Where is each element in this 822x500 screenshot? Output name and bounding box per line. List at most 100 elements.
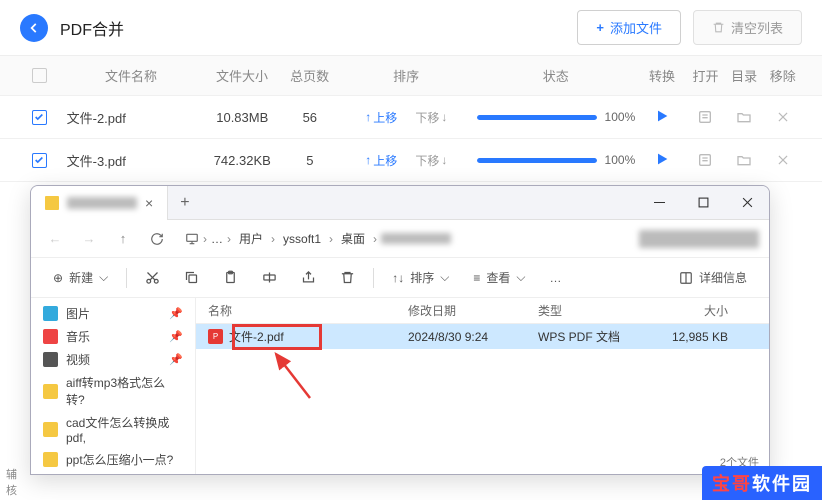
clear-list-button[interactable]: 清空列表 xyxy=(693,10,802,45)
bottom-label: 辅核 xyxy=(6,466,17,498)
sidebar-video[interactable]: 视频📌 xyxy=(31,348,195,371)
new-tab-button[interactable]: + xyxy=(168,194,201,212)
rename-button[interactable] xyxy=(252,265,287,290)
share-button[interactable] xyxy=(291,265,326,290)
arrow-up-icon: ↑ xyxy=(365,153,371,167)
directory-button[interactable] xyxy=(733,149,755,171)
sort-icon: ↑↓ xyxy=(392,271,404,285)
open-button[interactable] xyxy=(694,106,716,128)
progress-bar xyxy=(477,115,597,120)
progress-text: 100% xyxy=(605,153,636,167)
col-size[interactable]: 大小 xyxy=(648,302,728,319)
file-explorer-window[interactable]: × + ← → ↑ ›… ›用户 ›yssoft1 ›桌面 › ⊕新建⌵ xyxy=(30,185,770,475)
delete-button[interactable] xyxy=(330,265,365,290)
view-menu[interactable]: ≡查看⌵ xyxy=(463,264,535,291)
file-pages: 5 xyxy=(281,153,339,168)
nav-forward-button[interactable]: → xyxy=(75,225,103,253)
nav-refresh-button[interactable] xyxy=(143,225,171,253)
sidebar-folder-2[interactable]: cad文件怎么转换成pdf, xyxy=(31,411,195,448)
file-list[interactable]: 名称 修改日期 类型 大小 P文件-2.pdf 2024/8/30 9:24 W… xyxy=(196,298,769,474)
copy-icon xyxy=(184,270,199,285)
move-down-button[interactable]: 下移↓ xyxy=(415,152,447,169)
cut-button[interactable] xyxy=(135,265,170,290)
back-button[interactable] xyxy=(20,14,48,42)
address-bar[interactable]: ›… ›用户 ›yssoft1 ›桌面 › xyxy=(177,228,633,249)
sidebar-pictures[interactable]: 图片📌 xyxy=(31,302,195,325)
open-button[interactable] xyxy=(694,149,716,171)
remove-button[interactable] xyxy=(772,149,794,171)
col-name[interactable]: 名称 xyxy=(208,302,408,319)
details-button[interactable]: 详细信息 xyxy=(669,264,757,291)
move-up-button[interactable]: ↑上移 xyxy=(365,152,397,169)
paste-button[interactable] xyxy=(213,265,248,290)
folder-icon xyxy=(45,196,59,210)
plus-circle-icon: ⊕ xyxy=(53,271,63,285)
tab-title-blurred xyxy=(67,197,137,209)
arrow-up-icon: ↑ xyxy=(365,110,371,124)
col-dir: 目录 xyxy=(725,66,764,85)
sidebar-folder-4[interactable]: 如何合并几个pdf文件在 xyxy=(31,471,195,474)
paste-icon xyxy=(223,270,238,285)
file-table: 文件名称 文件大小 总页数 排序 状态 转换 打开 目录 移除 文件-2.pdf… xyxy=(0,56,822,182)
pdf-icon: P xyxy=(208,329,223,344)
explorer-toolbar: ⊕新建⌵ ↑↓排序⌵ ≡查看⌵ … 详细信息 xyxy=(31,258,769,298)
select-all-checkbox[interactable] xyxy=(32,68,47,83)
details-icon xyxy=(679,271,693,285)
share-icon xyxy=(301,270,316,285)
convert-button[interactable] xyxy=(654,155,670,170)
plus-icon: + xyxy=(596,20,604,35)
remove-button[interactable] xyxy=(772,106,794,128)
page-title: PDF合并 xyxy=(60,16,124,40)
progress-text: 100% xyxy=(605,110,636,124)
nav-up-button[interactable]: ↑ xyxy=(109,225,137,253)
col-open: 打开 xyxy=(686,66,725,85)
pin-icon: 📌 xyxy=(169,307,183,320)
pin-icon: 📌 xyxy=(169,353,183,366)
row-checkbox[interactable] xyxy=(32,153,47,168)
monitor-icon xyxy=(185,232,199,246)
titlebar[interactable]: × + xyxy=(31,186,769,220)
new-button[interactable]: ⊕新建⌵ xyxy=(43,264,118,291)
table-row[interactable]: 文件-3.pdf 742.32KB 5 ↑上移 下移↓ 100% xyxy=(0,139,822,182)
trash-icon xyxy=(340,270,355,285)
sidebar-folder-3[interactable]: ppt怎么压缩小一点? xyxy=(31,448,195,471)
col-date[interactable]: 修改日期 xyxy=(408,302,538,319)
explorer-tab[interactable]: × xyxy=(31,186,168,220)
col-size[interactable]: 文件大小 xyxy=(203,66,280,85)
search-blurred[interactable] xyxy=(639,230,759,248)
table-header: 文件名称 文件大小 总页数 排序 状态 转换 打开 目录 移除 xyxy=(0,56,822,96)
maximize-button[interactable] xyxy=(681,186,725,220)
folder-icon xyxy=(43,422,58,437)
nav-back-button[interactable]: ← xyxy=(41,225,69,253)
explorer-sidebar[interactable]: 图片📌 音乐📌 视频📌 aiff转mp3格式怎么转? cad文件怎么转换成pdf… xyxy=(31,298,196,474)
folder-icon xyxy=(43,452,58,467)
watermark: 宝哥软件园 xyxy=(702,466,822,500)
close-button[interactable] xyxy=(725,186,769,220)
sort-menu[interactable]: ↑↓排序⌵ xyxy=(382,264,459,291)
col-status: 状态 xyxy=(474,66,638,85)
move-up-button[interactable]: ↑上移 xyxy=(365,109,397,126)
sidebar-music[interactable]: 音乐📌 xyxy=(31,325,195,348)
minimize-button[interactable] xyxy=(637,186,681,220)
more-button[interactable]: … xyxy=(539,266,571,290)
add-file-button[interactable]: + 添加文件 xyxy=(577,10,681,45)
file-size: 742.32KB xyxy=(204,153,281,168)
sidebar-folder-1[interactable]: aiff转mp3格式怎么转? xyxy=(31,371,195,411)
path-blurred xyxy=(381,233,451,244)
row-checkbox[interactable] xyxy=(32,110,47,125)
folder-icon xyxy=(43,384,58,399)
convert-button[interactable] xyxy=(654,112,670,127)
col-type[interactable]: 类型 xyxy=(538,302,648,319)
move-down-button[interactable]: 下移↓ xyxy=(415,109,447,126)
col-pages[interactable]: 总页数 xyxy=(281,66,339,85)
tab-close-button[interactable]: × xyxy=(145,195,153,211)
nav-bar: ← → ↑ ›… ›用户 ›yssoft1 ›桌面 › xyxy=(31,220,769,258)
table-row[interactable]: 文件-2.pdf 10.83MB 56 ↑上移 下移↓ 100% xyxy=(0,96,822,139)
file-name: 文件-2.pdf xyxy=(59,108,204,127)
file-row-selected[interactable]: P文件-2.pdf 2024/8/30 9:24 WPS PDF 文档 12,9… xyxy=(196,324,769,349)
col-name[interactable]: 文件名称 xyxy=(59,66,204,85)
directory-button[interactable] xyxy=(733,106,755,128)
music-icon xyxy=(43,329,58,344)
copy-button[interactable] xyxy=(174,265,209,290)
pictures-icon xyxy=(43,306,58,321)
